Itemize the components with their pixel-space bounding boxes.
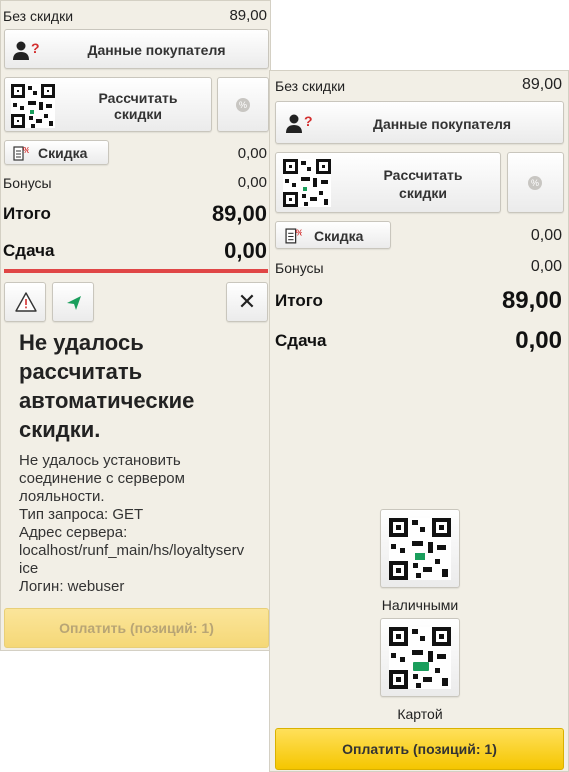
without-discount-label: Без скидки [3, 8, 74, 24]
percent-button[interactable]: % [217, 77, 269, 132]
card-payment-button[interactable] [380, 618, 460, 697]
send-icon [67, 296, 81, 310]
svg-text:%: % [23, 146, 29, 155]
svg-text:?: ? [31, 41, 40, 56]
pay-button[interactable]: Оплатить (позиций: 1) [275, 728, 564, 770]
total-label: Итого [275, 291, 323, 310]
percent-button[interactable]: % [507, 152, 564, 213]
qr-cash-icon [389, 518, 451, 580]
discount-button[interactable]: % Скидка [4, 140, 109, 165]
warning-button[interactable] [4, 282, 46, 322]
percent-icon: % [528, 176, 542, 190]
right-panel: Без скидки 89,00 ? Данные покупателя Рас… [269, 70, 569, 772]
change-value: 0,00 [224, 238, 267, 263]
close-button[interactable]: ✕ [226, 282, 268, 322]
without-discount-value: 89,00 [229, 7, 267, 24]
calculate-discounts-label: Рассчитать скидки [98, 90, 178, 122]
close-icon: ✕ [237, 289, 257, 314]
discount-label: Скидка [38, 145, 88, 161]
svg-text:?: ? [304, 114, 313, 129]
error-title: Не удалось рассчитать автоматические ски… [19, 330, 195, 442]
pay-button-disabled[interactable]: Оплатить (позиций: 1) [4, 608, 269, 648]
without-discount-value: 89,00 [521, 76, 562, 93]
change-label: Сдача [3, 241, 55, 260]
discount-doc-icon: % [285, 228, 302, 244]
cash-payment-button[interactable] [380, 509, 460, 588]
change-label: Сдача [275, 331, 327, 350]
error-separator [4, 269, 268, 273]
discount-value: 0,00 [530, 227, 562, 244]
bonuses-value: 0,00 [237, 174, 267, 191]
bonuses-value: 0,00 [530, 258, 562, 275]
svg-text:%: % [296, 228, 302, 237]
customer-data-button[interactable]: ? Данные покупателя [275, 101, 564, 144]
card-label: Картой [397, 706, 443, 722]
cash-label: Наличными [381, 597, 459, 613]
calculate-discounts-button[interactable]: Рассчитать скидки [4, 77, 212, 132]
percent-icon: % [236, 98, 250, 112]
discount-doc-icon: % [13, 146, 29, 161]
customer-data-button[interactable]: ? Данные покупателя [4, 29, 269, 69]
send-button[interactable] [52, 282, 94, 322]
total-value: 89,00 [211, 201, 267, 226]
calculate-discounts-label: Рассчитать скидки [383, 167, 463, 201]
change-value: 0,00 [515, 327, 562, 354]
calculate-discounts-button[interactable]: Рассчитать скидки [275, 152, 501, 213]
without-discount-label: Без скидки [275, 78, 346, 94]
user-icon: ? [13, 41, 40, 60]
discount-button[interactable]: % Скидка [275, 221, 391, 249]
qr-icon [283, 159, 331, 207]
discount-label: Скидка [314, 228, 364, 244]
qr-icon [11, 84, 55, 128]
customer-data-label: Данные покупателя [87, 42, 226, 58]
discount-value: 0,00 [237, 145, 267, 162]
warning-icon [15, 292, 37, 312]
bonuses-label: Бонусы [3, 175, 52, 191]
customer-data-label: Данные покупателя [372, 116, 512, 132]
user-icon: ? [286, 114, 313, 133]
total-label: Итого [3, 204, 51, 223]
error-body: Не удалось установить соединение с серве… [19, 452, 245, 595]
bonuses-label: Бонусы [275, 260, 324, 276]
total-value: 89,00 [501, 287, 562, 314]
qr-card-icon [389, 627, 451, 689]
left-panel: Без скидки 89,00 ? Данные покупателя Рас… [0, 0, 271, 651]
